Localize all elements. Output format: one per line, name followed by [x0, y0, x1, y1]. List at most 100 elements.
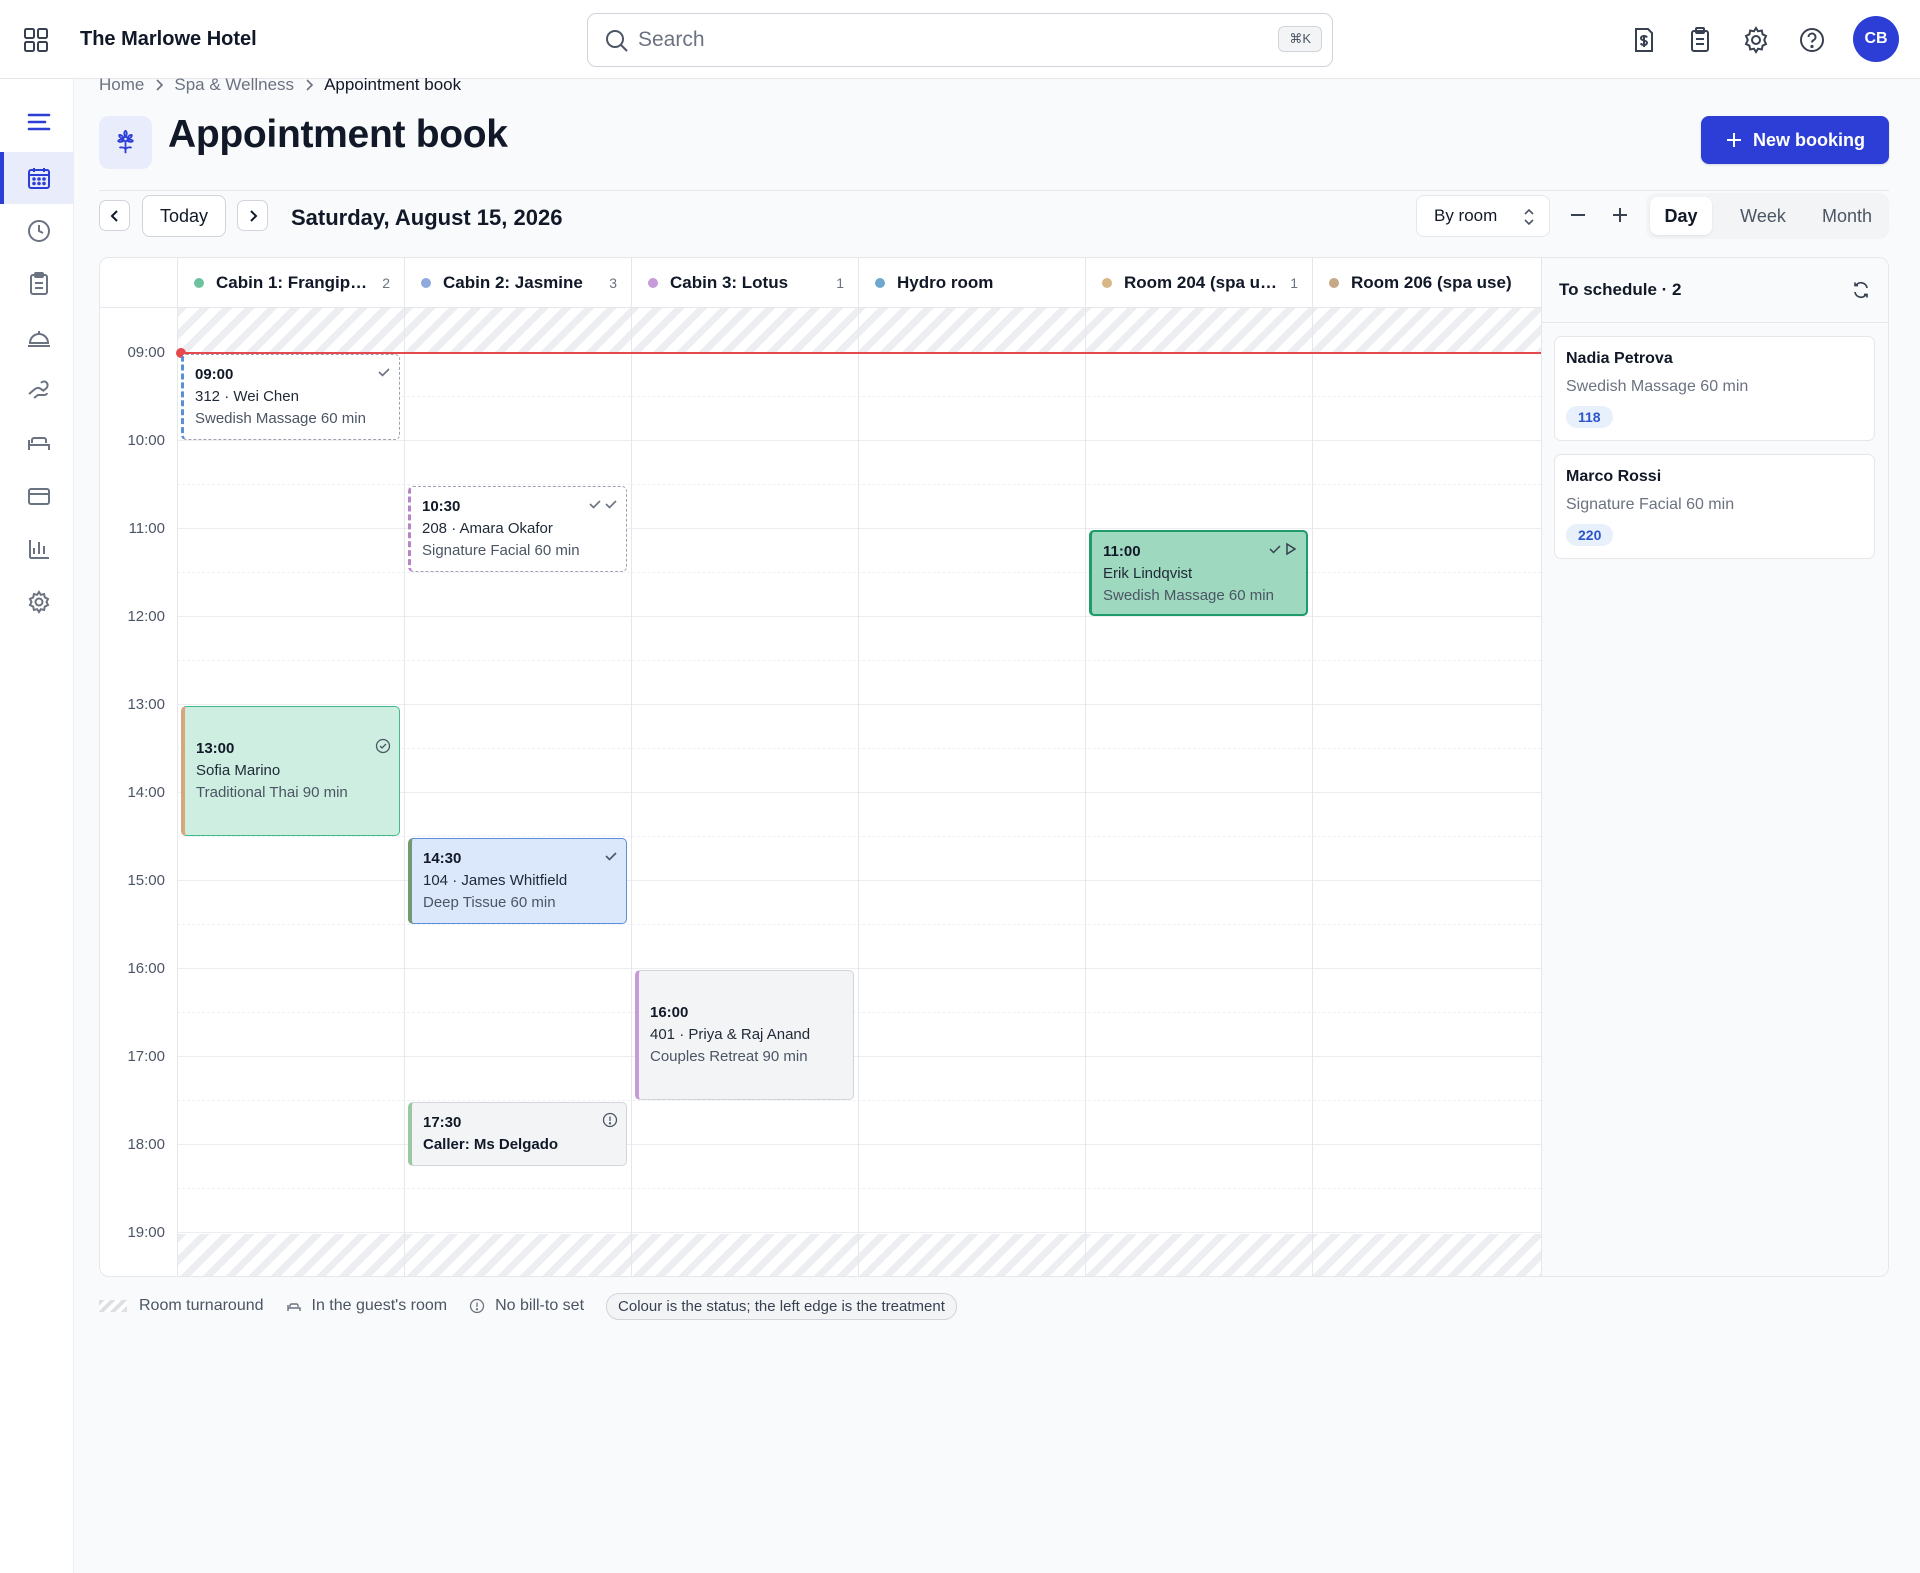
- rail-appointment-book[interactable]: [0, 152, 74, 204]
- column-header-cabin-1[interactable]: Cabin 1: Frangipani 2: [177, 258, 404, 308]
- today-button[interactable]: Today: [142, 195, 226, 237]
- column-header-cabin-2[interactable]: Cabin 2: Jasmine 3: [404, 258, 631, 308]
- refresh-icon[interactable]: [1851, 280, 1871, 300]
- zoom-out-icon[interactable]: [1566, 203, 1590, 227]
- column-header-room-206[interactable]: Room 206 (spa use): [1312, 258, 1541, 308]
- appointment-service: Swedish Massage 60 min: [1103, 587, 1274, 604]
- column-divider: [404, 308, 405, 1276]
- unscheduled-card[interactable]: Nadia Petrova Swedish Massage 60 min 118: [1554, 336, 1875, 441]
- half-hour-line: [177, 572, 1541, 573]
- rail-settings[interactable]: [0, 576, 74, 628]
- time-label: 09:00: [127, 344, 165, 361]
- appointment-card[interactable]: 14:30 104 · James Whitfield Deep Tissue …: [408, 838, 627, 924]
- column-name: Room 204 (spa use): [1124, 273, 1283, 292]
- legend: Room turnaround In the guest's room No b…: [99, 1292, 957, 1320]
- guest-name: Nadia Petrova: [1566, 350, 1673, 367]
- rail-concierge[interactable]: [0, 311, 74, 363]
- rail-history[interactable]: [0, 205, 74, 257]
- column-header-cabin-3[interactable]: Cabin 3: Lotus 1: [631, 258, 858, 308]
- double-check-icon: [589, 500, 617, 509]
- column-header-hydro[interactable]: Hydro room: [858, 258, 1085, 308]
- appointment-card[interactable]: 11:00 Erik Lindqvist Swedish Massage 60 …: [1089, 530, 1308, 616]
- column-divider: [1312, 308, 1313, 1276]
- service-name: Signature Facial 60 min: [1566, 496, 1735, 513]
- column-count: 3: [609, 275, 617, 291]
- view-toggle: Day Week Month: [1646, 193, 1889, 239]
- time-label: 10:00: [127, 432, 165, 449]
- breadcrumb-home[interactable]: Home: [99, 75, 144, 95]
- room-badge: 220: [1566, 524, 1614, 546]
- billing-icon[interactable]: [1629, 25, 1659, 55]
- legend-label: Room turnaround: [139, 1297, 264, 1314]
- hour-line: [177, 616, 1541, 617]
- column-header-room-204[interactable]: Room 204 (spa use) 1: [1085, 258, 1312, 308]
- rail-payments[interactable]: [0, 470, 74, 522]
- status-dot: [1102, 278, 1112, 288]
- previous-day-button[interactable]: [99, 200, 130, 231]
- chevron-left-icon: [110, 210, 118, 222]
- hour-line: [177, 704, 1541, 705]
- chevron-up-down-icon: [1524, 208, 1534, 226]
- unscheduled-card[interactable]: Marco Rossi Signature Facial 60 min 220: [1554, 454, 1875, 559]
- search-shortcut-badge: ⌘K: [1278, 26, 1322, 52]
- rail-rooms[interactable]: [0, 417, 74, 469]
- legend-in-room: In the guest's room: [286, 1297, 448, 1315]
- appointment-card[interactable]: 17:30 Caller: Ms Delgado: [408, 1102, 627, 1166]
- appointment-service: Swedish Massage 60 min: [195, 410, 366, 427]
- appointment-card[interactable]: 13:00 Sofia Marino Traditional Thai 90 m…: [181, 706, 400, 836]
- user-avatar[interactable]: CB: [1853, 16, 1899, 62]
- half-hour-line: [177, 836, 1541, 837]
- current-date: Saturday, August 15, 2026: [291, 205, 563, 230]
- hour-line: [177, 1144, 1541, 1145]
- chevron-right-icon: [156, 79, 164, 91]
- half-hour-line: [177, 924, 1541, 925]
- column-count: 1: [836, 275, 844, 291]
- search-box[interactable]: ⌘K: [587, 13, 1333, 67]
- legend-label: No bill-to set: [495, 1297, 585, 1314]
- group-by-value: By room: [1434, 206, 1498, 225]
- check-icon: [378, 368, 390, 377]
- half-hour-line: [177, 484, 1541, 485]
- hour-line: [177, 528, 1541, 529]
- breadcrumb-spa[interactable]: Spa & Wellness: [174, 75, 294, 95]
- chevron-right-icon: [306, 79, 314, 91]
- zoom-in-icon[interactable]: [1608, 203, 1632, 227]
- group-by-select[interactable]: By room: [1416, 195, 1550, 237]
- flower-icon: [117, 129, 134, 154]
- view-week-tab[interactable]: Week: [1726, 197, 1800, 235]
- rail-menu[interactable]: [0, 96, 74, 148]
- room-badge: 118: [1566, 406, 1613, 428]
- help-icon[interactable]: [1797, 25, 1827, 55]
- column-name: Cabin 3: Lotus: [670, 273, 789, 292]
- bed-icon: [28, 437, 50, 450]
- view-month-tab[interactable]: Month: [1808, 197, 1886, 235]
- circle-check-icon: [375, 738, 391, 754]
- turnaround-band: [177, 1234, 1541, 1276]
- search-input[interactable]: [638, 24, 1238, 56]
- hotel-name[interactable]: The Marlowe Hotel: [80, 28, 257, 51]
- hour-line: [177, 440, 1541, 441]
- time-label: 11:00: [128, 520, 165, 537]
- rail-spa[interactable]: [0, 364, 74, 416]
- status-dot: [875, 278, 885, 288]
- half-hour-line: [177, 1012, 1541, 1013]
- time-axis: 09:00 10:00 11:00 12:00 13:00 14:00 15:0…: [100, 308, 177, 1276]
- rail-tasks[interactable]: [0, 258, 74, 310]
- to-schedule-panel: To schedule · 2 Nadia Petrova Swedish Ma…: [1541, 258, 1888, 1276]
- new-booking-button[interactable]: New booking: [1701, 116, 1889, 164]
- column-divider: [1085, 308, 1086, 1276]
- appointment-time: 13:00: [196, 740, 235, 757]
- status-dot: [421, 278, 431, 288]
- appointment-card[interactable]: 10:30 208 · Amara Okafor Signature Facia…: [408, 486, 627, 572]
- clipboard-icon[interactable]: [1685, 25, 1715, 55]
- rail-reports[interactable]: [0, 523, 74, 575]
- appointment-card[interactable]: 09:00 312 · Wei Chen Swedish Massage 60 …: [181, 354, 400, 440]
- column-divider: [858, 308, 859, 1276]
- apps-grid-icon[interactable]: [22, 26, 50, 54]
- next-day-button[interactable]: [237, 200, 268, 231]
- appointment-card[interactable]: 16:00 401 · Priya & Raj Anand Couples Re…: [635, 970, 854, 1100]
- gear-icon[interactable]: [1741, 25, 1771, 55]
- hour-line: [177, 880, 1541, 881]
- legend-label: In the guest's room: [311, 1297, 448, 1314]
- view-day-tab[interactable]: Day: [1650, 197, 1712, 235]
